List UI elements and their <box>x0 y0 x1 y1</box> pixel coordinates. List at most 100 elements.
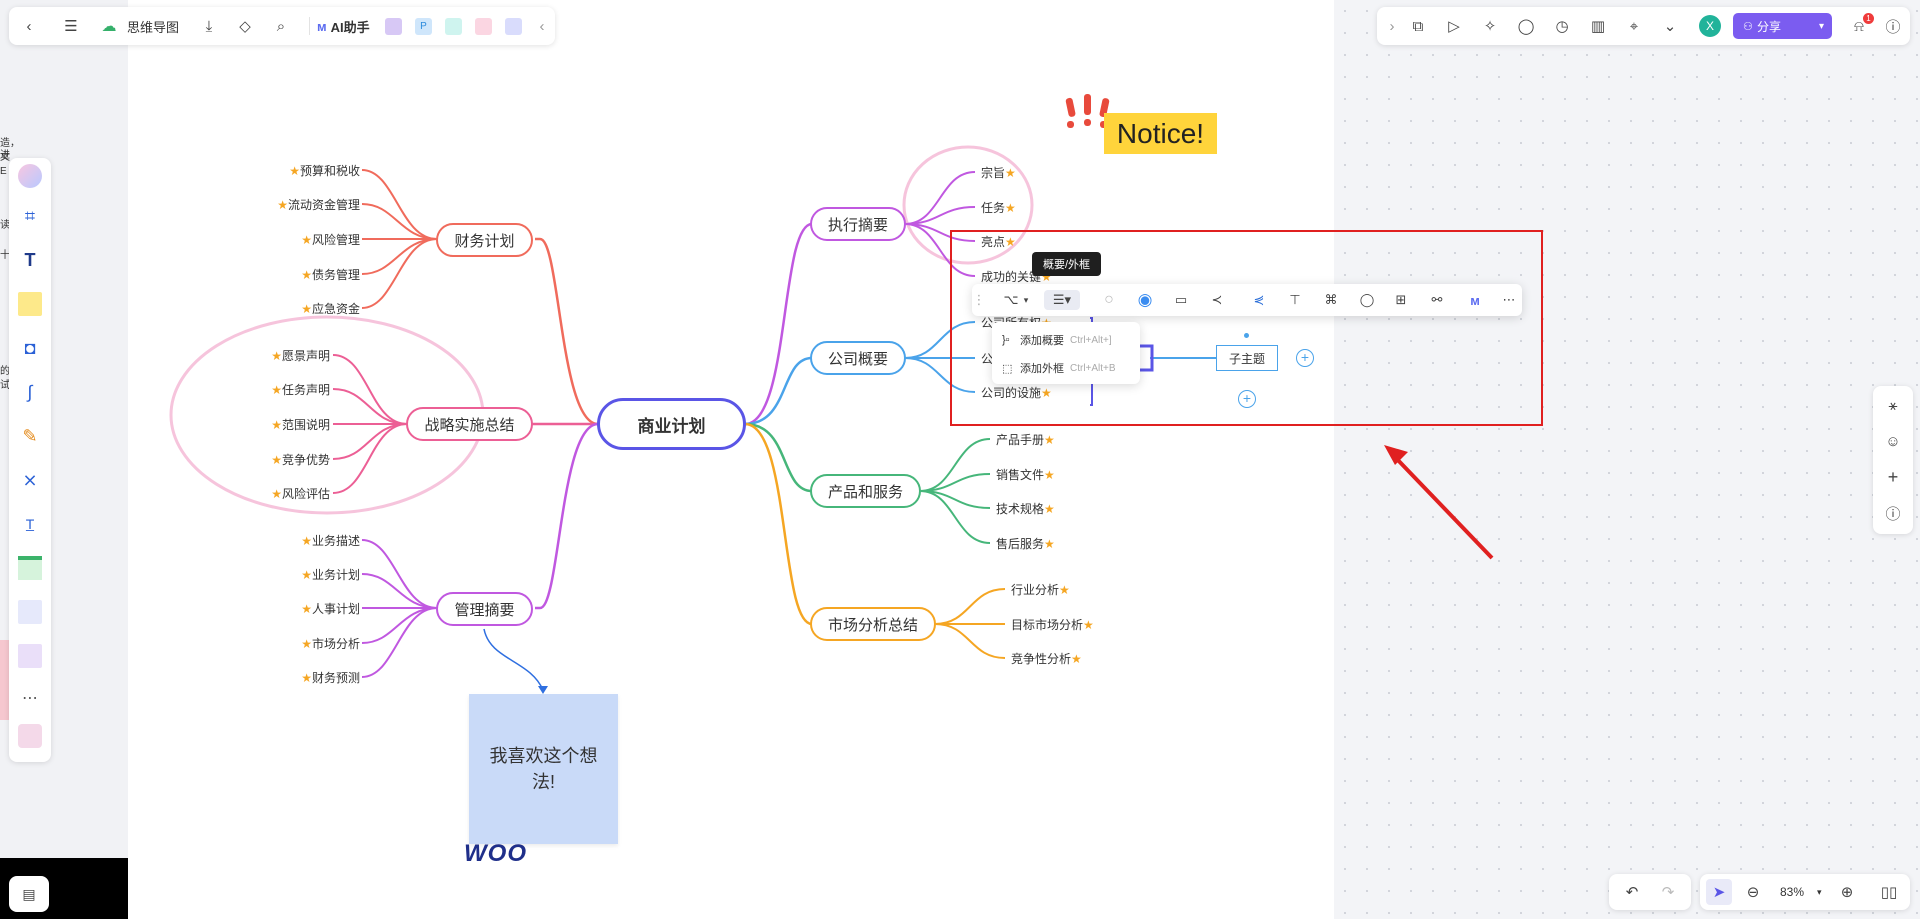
more-tools-icon[interactable]: ⋯ <box>18 686 42 710</box>
shape-icon[interactable]: ◘ <box>18 336 42 360</box>
branch-node[interactable]: 战略实施总结 <box>406 407 533 441</box>
branch-node[interactable]: 执行摘要 <box>810 207 906 241</box>
leaf-node[interactable]: ★预算和税收 <box>289 162 360 179</box>
leaf-node[interactable]: 宗旨★ <box>981 164 1016 181</box>
undo-icon[interactable]: ↶ <box>1621 881 1643 903</box>
leaf-node[interactable]: 售后服务★ <box>996 535 1055 552</box>
menu-item-add-frame[interactable]: ⬚ 添加外框 Ctrl+Alt+B <box>1002 357 1116 379</box>
leaf-node[interactable]: ★业务计划 <box>301 566 360 583</box>
branch-node[interactable]: 产品和服务 <box>810 474 921 508</box>
zoom-in-icon[interactable]: ⊕ <box>1836 881 1858 903</box>
sticky-note[interactable]: 我喜欢这个想法! <box>469 694 618 844</box>
ai-assistant-button[interactable]: ᴍ AI助手 <box>317 17 370 36</box>
timer-icon[interactable]: ◷ <box>1551 15 1573 37</box>
sticky-note-icon[interactable] <box>18 292 42 316</box>
chevron-down-icon[interactable]: ▾ <box>1020 290 1032 310</box>
leaf-node[interactable]: 任务★ <box>981 199 1016 216</box>
border-color-icon[interactable]: ◉ <box>1134 290 1156 310</box>
leaf-node[interactable]: ★市场分析 <box>301 635 360 652</box>
plugins-icon[interactable] <box>18 724 42 748</box>
branch-node[interactable]: 财务计划 <box>436 223 533 257</box>
zoom-out-icon[interactable]: ⊖ <box>1742 881 1764 903</box>
outline-icon[interactable]: ▤ <box>9 876 49 912</box>
mindmap-icon[interactable]: ⨯ <box>18 468 42 492</box>
leaf-node[interactable]: ★应急资金 <box>301 300 360 317</box>
redo-icon[interactable]: ↷ <box>1657 881 1679 903</box>
summary-frame-button[interactable]: ☰▾ <box>1044 290 1080 310</box>
insert-icon[interactable]: ⊞ <box>1390 290 1412 310</box>
leaf-node[interactable]: ★财务预测 <box>301 669 360 686</box>
notice-label[interactable]: Notice! <box>1104 113 1217 154</box>
leaf-node[interactable]: ★风险评估 <box>271 485 330 502</box>
expand-icon[interactable]: › <box>1385 16 1399 36</box>
menu-item-add-summary[interactable]: }▫ 添加概要 Ctrl+Alt+] <box>1002 329 1112 351</box>
text-box-icon[interactable]: T̲ <box>18 512 42 536</box>
back-icon[interactable]: ‹ <box>19 16 39 36</box>
download-icon[interactable]: ⤓ <box>199 16 219 36</box>
leaf-node[interactable]: ★业务描述 <box>301 532 360 549</box>
chevron-down-icon[interactable]: ▾ <box>1817 887 1822 898</box>
text-style-icon[interactable]: ⊤ <box>1284 290 1306 310</box>
info-icon[interactable]: ⓘ <box>1882 502 1904 524</box>
drag-handle-icon[interactable]: ⋮ <box>972 290 986 310</box>
branch-node[interactable]: 市场分析总结 <box>810 607 936 641</box>
chat-plugin-icon[interactable] <box>505 17 522 35</box>
add-icon[interactable]: + <box>1882 466 1904 488</box>
kanban-icon[interactable] <box>18 644 42 668</box>
present-icon[interactable]: ▷ <box>1443 15 1465 37</box>
more-icon[interactable]: ⋯ <box>1498 290 1520 310</box>
woo-sticker[interactable]: WOO <box>464 840 527 868</box>
celebrate-icon[interactable]: ✧ <box>1479 15 1501 37</box>
branch-node[interactable]: 管理摘要 <box>436 592 533 626</box>
fill-color-icon[interactable]: ○ <box>1098 290 1120 310</box>
leaf-node[interactable]: ★债务管理 <box>301 266 360 283</box>
leaf-node[interactable]: ★竞争优势 <box>271 451 330 468</box>
shape-style-icon[interactable]: ▭ <box>1170 290 1192 310</box>
leaf-node[interactable]: ★风险管理 <box>301 231 360 248</box>
vote-icon[interactable]: ▥ <box>1587 15 1609 37</box>
branch-node[interactable]: 公司概要 <box>810 341 906 375</box>
leaf-node[interactable]: ★人事计划 <box>301 600 360 617</box>
frame-icon[interactable]: ⌗ <box>18 204 42 228</box>
table-icon[interactable] <box>18 556 42 580</box>
leaf-node[interactable]: 销售文件★ <box>996 466 1055 483</box>
leaf-node[interactable]: 行业分析★ <box>1011 581 1070 598</box>
link-icon[interactable]: ⌘ <box>1320 290 1342 310</box>
laser-icon[interactable]: ⌖ <box>1623 15 1645 37</box>
p-plugin-icon[interactable]: P <box>415 17 432 35</box>
magic-icon[interactable]: ⚹ <box>1882 394 1904 416</box>
avatar[interactable]: X <box>1699 15 1721 37</box>
search-icon[interactable]: ⌕ <box>271 16 291 36</box>
doc-title[interactable]: 思维导图 <box>127 17 179 36</box>
tag-icon[interactable]: ◇ <box>235 16 255 36</box>
root-node[interactable]: 商业计划 <box>597 398 746 450</box>
leaf-node[interactable]: 产品手册★ <box>996 431 1055 448</box>
help-icon[interactable]: ⓘ <box>1882 15 1904 37</box>
mindmap-plugin-icon[interactable] <box>445 17 462 35</box>
select-cursor-icon[interactable]: ➤ <box>1706 879 1732 905</box>
flow-plugin-icon[interactable] <box>475 17 492 35</box>
more-down-icon[interactable]: ⌄ <box>1659 15 1681 37</box>
minimap-icon[interactable]: ▯▯ <box>1878 881 1900 903</box>
leaf-node[interactable]: 竞争性分析★ <box>1011 650 1082 667</box>
comment-icon[interactable]: ◯ <box>1356 290 1378 310</box>
document-icon[interactable] <box>18 600 42 624</box>
structure-icon[interactable]: ⌥ <box>1000 290 1022 310</box>
zoom-level[interactable]: 83% <box>1780 885 1804 899</box>
connector-icon[interactable]: ∫ <box>18 380 42 404</box>
leaf-node[interactable]: ★范围说明 <box>271 416 330 433</box>
branch-style-icon[interactable]: ⚯ <box>1426 290 1448 310</box>
collapse-icon[interactable]: ‹ <box>535 16 549 36</box>
template-icon[interactable]: ⧉ <box>1407 15 1429 37</box>
shapes-library-icon[interactable] <box>18 164 42 188</box>
share-button[interactable]: ⚇ 分享 ▾ <box>1733 13 1832 39</box>
leaf-node[interactable]: ★流动资金管理 <box>277 196 360 213</box>
leaf-node[interactable]: ★愿景声明 <box>271 347 330 364</box>
emoji-icon[interactable]: ☺ <box>1882 430 1904 452</box>
text-icon[interactable]: T <box>18 248 42 272</box>
line-color-icon[interactable]: ⋞ <box>1248 290 1270 310</box>
leaf-node[interactable]: 技术规格★ <box>996 500 1055 517</box>
ai-icon[interactable]: ᴍ <box>1464 290 1486 310</box>
leaf-node[interactable]: ★任务声明 <box>271 381 330 398</box>
leaf-node[interactable]: 目标市场分析★ <box>1011 616 1094 633</box>
